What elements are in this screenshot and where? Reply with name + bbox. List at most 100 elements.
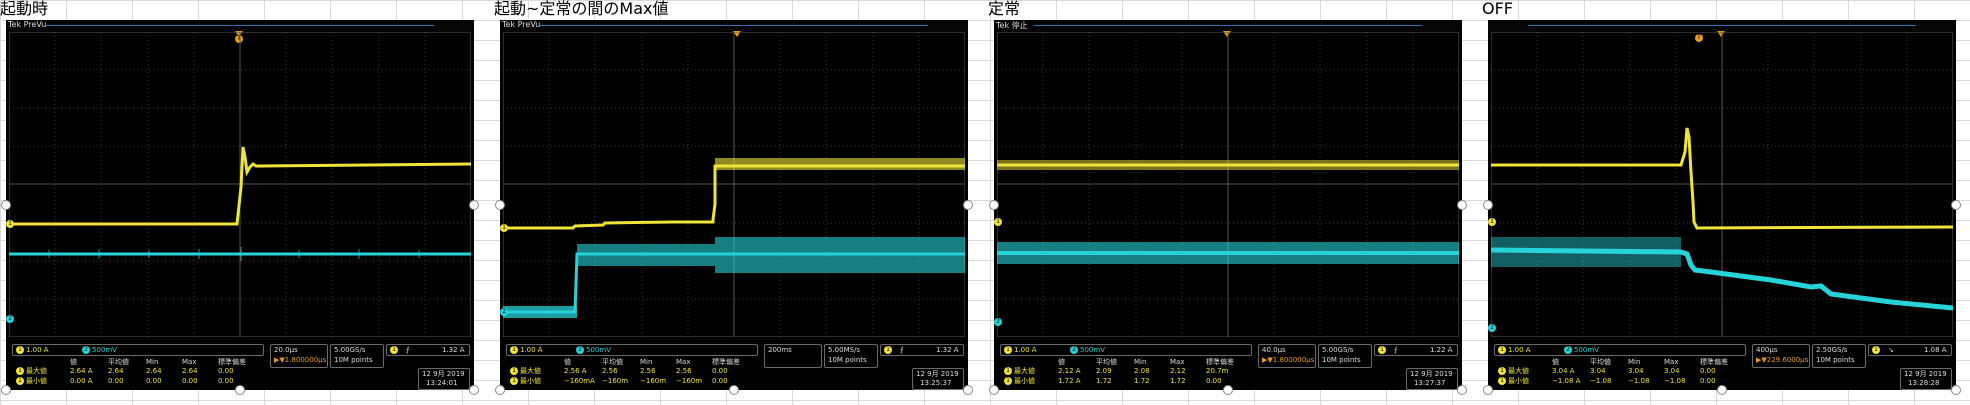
resize-handle[interactable] bbox=[1483, 385, 1493, 395]
ch1-scale: 1.00 A bbox=[1014, 346, 1037, 354]
date: 12 9月 2019 bbox=[1410, 370, 1453, 378]
record-view-indicator bbox=[1034, 25, 1422, 26]
sample-rate: 5.00GS/s bbox=[1322, 346, 1354, 354]
resize-handle[interactable] bbox=[1717, 385, 1727, 395]
meas-header-max: Max bbox=[182, 358, 197, 366]
resize-handle[interactable] bbox=[469, 385, 479, 395]
measurement-panel: 1 1.00 A 2 500mV 20.0µs ▶▼1.800000µs 5.00G… bbox=[6, 338, 474, 390]
channel-scale-box[interactable] bbox=[1000, 344, 1252, 356]
resize-handle[interactable] bbox=[1951, 385, 1961, 395]
meas-header-value: 値 bbox=[1552, 358, 1559, 366]
time: 13:28:28 bbox=[1908, 379, 1940, 387]
status-bar bbox=[1488, 20, 1956, 31]
horizontal-position: ▶▼1.800000µs bbox=[1262, 356, 1315, 364]
meas-header-min: Min bbox=[1134, 358, 1147, 366]
meas-cell: −160m bbox=[676, 377, 703, 385]
trigger-source-icon: 1 bbox=[1378, 346, 1386, 354]
resize-handle[interactable] bbox=[469, 200, 479, 210]
resize-handle[interactable] bbox=[1, 200, 11, 210]
ch2-offset-marker[interactable]: 2 bbox=[1488, 324, 1496, 332]
meas-cell: 2.12 A bbox=[1058, 367, 1081, 375]
timebase: 20.0µs bbox=[274, 346, 298, 354]
meas-header-stddev: 標準偏差 bbox=[1206, 358, 1234, 366]
ch1-offset-marker[interactable]: 1 bbox=[6, 220, 14, 228]
ch2-badge-icon: 2 bbox=[1070, 346, 1078, 354]
resize-handle[interactable] bbox=[1457, 200, 1467, 210]
timebase: 400µs bbox=[1756, 346, 1778, 354]
channel-scale-box[interactable] bbox=[506, 344, 758, 356]
ch2-offset-marker[interactable]: 2 bbox=[994, 318, 1002, 326]
meas-cell: −160mA bbox=[564, 377, 595, 385]
channel-scale-box[interactable] bbox=[1494, 344, 1746, 356]
ch2-badge-icon: 2 bbox=[576, 346, 584, 354]
ch2-scale: 500mV bbox=[92, 346, 117, 354]
meas-cell: 2.56 bbox=[640, 367, 656, 375]
meas-header-mean: 平均値 bbox=[1096, 358, 1117, 366]
resize-handle[interactable] bbox=[1, 385, 11, 395]
meas-row-name: 最小値 bbox=[520, 377, 541, 385]
meas-cell: −160m bbox=[602, 377, 629, 385]
meas-row-ch1-icon: 1 bbox=[510, 367, 518, 375]
resize-handle[interactable] bbox=[1457, 385, 1467, 395]
ch2-offset-marker[interactable]: 2 bbox=[6, 315, 14, 323]
oscilloscope-screen: Tek PreVu T 1 2 1 1.00 A 2 500mV 20.0µs … bbox=[6, 20, 474, 390]
time: 13:25:37 bbox=[920, 379, 952, 387]
timebase: 200ms bbox=[768, 346, 792, 354]
scope-panel-steady: 定常 Tek 停止 1 2 1 1.00 A 2 500mV 40.0µs ▶▼… bbox=[988, 0, 1468, 405]
meas-cell: 2.64 A bbox=[70, 367, 93, 375]
meas-header-stddev: 標準偏差 bbox=[712, 358, 740, 366]
resize-handle[interactable] bbox=[989, 200, 999, 210]
resize-handle[interactable] bbox=[495, 200, 505, 210]
date: 12 9月 2019 bbox=[1904, 370, 1947, 378]
meas-header-min: Min bbox=[146, 358, 159, 366]
resize-handle[interactable] bbox=[1951, 200, 1961, 210]
meas-row-ch1-icon: 1 bbox=[1498, 377, 1506, 385]
resize-handle[interactable] bbox=[963, 200, 973, 210]
meas-row-ch1-icon: 1 bbox=[1004, 377, 1012, 385]
trigger-source-icon: 1 bbox=[1872, 346, 1880, 354]
sample-rate: 5.00GS/s bbox=[334, 346, 366, 354]
resize-handle[interactable] bbox=[989, 385, 999, 395]
ch1-offset-marker[interactable]: 1 bbox=[994, 218, 1002, 226]
meas-header-max: Max bbox=[1664, 358, 1679, 366]
meas-row-name: 最大値 bbox=[26, 367, 47, 375]
meas-row-ch1-icon: 1 bbox=[1498, 367, 1506, 375]
ch1-offset-marker[interactable]: 1 bbox=[500, 224, 508, 232]
rising-edge-icon: ⨍ bbox=[900, 346, 904, 354]
resize-handle[interactable] bbox=[235, 385, 245, 395]
meas-row-name: 最小値 bbox=[1014, 377, 1035, 385]
resize-handle[interactable] bbox=[963, 385, 973, 395]
panel-title: 起動時 bbox=[0, 0, 49, 18]
resize-handle[interactable] bbox=[1483, 200, 1493, 210]
measurement-panel: 1 1.00 A 2 500mV 40.0µs ▶▼1.800000µs 5.00G… bbox=[994, 338, 1462, 390]
rising-edge-icon: ⨍ bbox=[1394, 346, 1398, 354]
timebase: 40.0µs bbox=[1262, 346, 1286, 354]
trigger-level: 1.32 A bbox=[442, 346, 465, 354]
meas-header-max: Max bbox=[1170, 358, 1185, 366]
acquisition-status: Tek PreVu bbox=[502, 20, 541, 29]
ch1-scale: 1.00 A bbox=[1508, 346, 1531, 354]
status-bar: Tek 停止 bbox=[994, 20, 1462, 31]
date: 12 9月 2019 bbox=[422, 370, 465, 378]
ch2-offset-marker[interactable]: 2 bbox=[500, 308, 508, 316]
meas-cell: 2.56 bbox=[676, 367, 692, 375]
resize-handle[interactable] bbox=[1223, 385, 1233, 395]
meas-cell: −1.08 bbox=[1628, 377, 1650, 385]
meas-cell: 0.00 bbox=[182, 377, 198, 385]
ch1-offset-marker[interactable]: 1 bbox=[1488, 218, 1496, 226]
measurement-panel: 1 1.00 A 2 500mV 200ms 5.00MS/s 10M points… bbox=[500, 338, 968, 390]
meas-cell: −1.08 bbox=[1664, 377, 1686, 385]
meas-header-value: 値 bbox=[564, 358, 571, 366]
meas-cell: 1.72 A bbox=[1058, 377, 1081, 385]
ch1-badge-icon: 1 bbox=[1004, 346, 1012, 354]
panel-title: 定常 bbox=[988, 0, 1021, 18]
resize-handle[interactable] bbox=[729, 385, 739, 395]
falling-edge-icon: ↘ bbox=[1888, 346, 1894, 354]
resize-handle[interactable] bbox=[495, 385, 505, 395]
meas-header-min: Min bbox=[640, 358, 653, 366]
status-bar: Tek PreVu bbox=[6, 20, 474, 31]
record-view-indicator bbox=[46, 25, 434, 26]
acquisition-status: Tek PreVu bbox=[8, 20, 47, 29]
channel-scale-box[interactable] bbox=[12, 344, 264, 356]
meas-cell: 2.64 bbox=[182, 367, 198, 375]
